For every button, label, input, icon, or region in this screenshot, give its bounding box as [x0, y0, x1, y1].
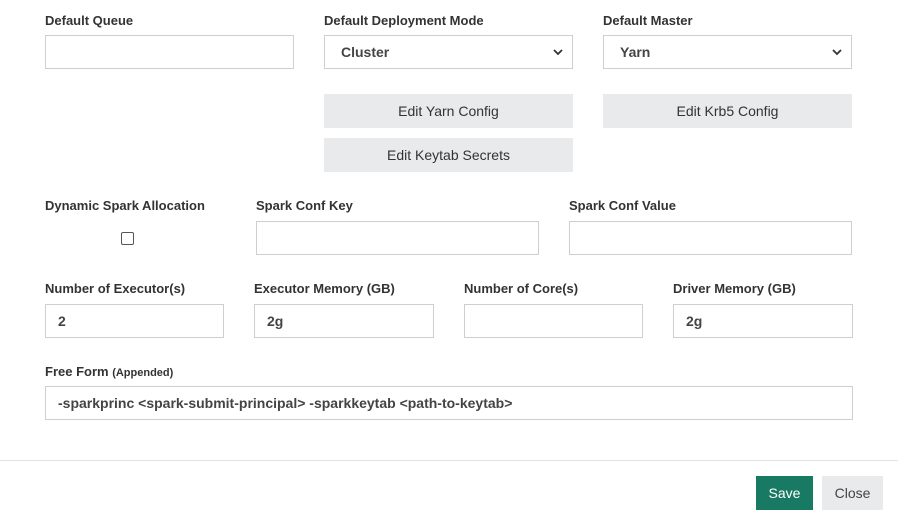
spark-conf-value-input[interactable] [569, 221, 852, 255]
executors-input[interactable]: 2 [45, 304, 224, 338]
free-form-label: Free Form (Appended) [45, 364, 173, 379]
deployment-mode-label: Default Deployment Mode [324, 13, 484, 28]
close-button[interactable]: Close [822, 476, 883, 510]
default-master-selected: Yarn [620, 44, 651, 60]
executor-memory-label: Executor Memory (GB) [254, 281, 395, 296]
edit-krb5-config-button[interactable]: Edit Krb5 Config [603, 94, 852, 128]
default-master-label: Default Master [603, 13, 693, 28]
default-queue-label: Default Queue [45, 13, 134, 28]
default-master-select[interactable]: Yarn [603, 35, 852, 69]
free-form-label-text: Free Form [45, 364, 109, 379]
cores-input[interactable] [464, 304, 643, 338]
spark-conf-key-input[interactable] [256, 221, 539, 255]
footer-divider [0, 460, 898, 461]
save-button[interactable]: Save [756, 476, 813, 510]
edit-keytab-secrets-button[interactable]: Edit Keytab Secrets [324, 138, 573, 172]
deployment-mode-selected: Cluster [341, 44, 390, 60]
cores-label: Number of Core(s) [464, 281, 579, 296]
dynamic-allocation-checkbox[interactable] [121, 232, 134, 245]
executors-label: Number of Executor(s) [45, 281, 186, 296]
executor-memory-input[interactable]: 2g [254, 304, 434, 338]
edit-yarn-config-button[interactable]: Edit Yarn Config [324, 94, 573, 128]
driver-memory-input[interactable]: 2g [673, 304, 853, 338]
driver-memory-label: Driver Memory (GB) [673, 281, 796, 296]
free-form-input[interactable]: -sparkprinc <spark-submit-principal> -sp… [45, 386, 853, 420]
chevron-down-icon [832, 49, 842, 56]
chevron-down-icon [553, 49, 563, 56]
deployment-mode-select[interactable]: Cluster [324, 35, 573, 69]
dynamic-allocation-label: Dynamic Spark Allocation [45, 198, 205, 213]
spark-conf-key-label: Spark Conf Key [256, 198, 353, 213]
free-form-sublabel: (Appended) [112, 367, 174, 379]
spark-conf-value-label: Spark Conf Value [569, 198, 676, 213]
default-queue-input[interactable] [45, 35, 294, 69]
